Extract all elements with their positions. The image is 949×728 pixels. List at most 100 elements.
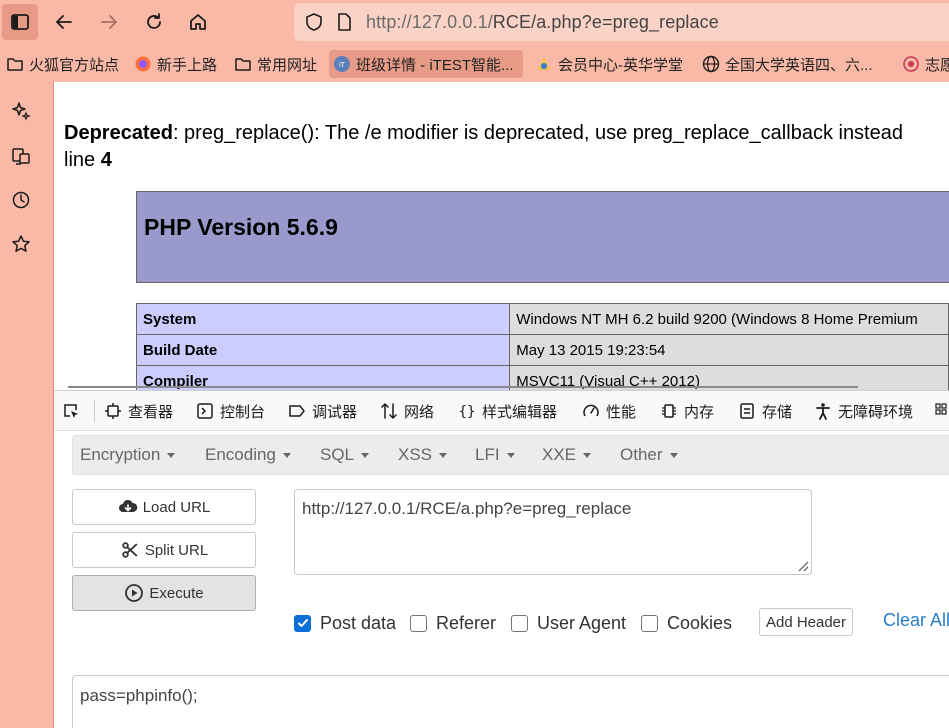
url-text[interactable]: http://127.0.0.1/RCE/a.php?e=preg_replac… [366,12,719,33]
scissors-icon [120,540,140,560]
url-path: RCE/a.php?e=preg_replace [492,11,719,32]
menu-label: Other [620,445,663,464]
tab-accessibility[interactable]: 无障碍环境 [814,391,913,430]
more-tools-button[interactable] [934,391,949,430]
bookmark-item[interactable]: 志愿 [898,50,949,78]
clear-all-link[interactable]: Clear All [883,610,949,631]
menu-xxe[interactable]: XXE [542,436,592,474]
bookmark-item[interactable]: 常用网址 [230,50,321,78]
add-header-button[interactable]: Add Header [759,608,853,636]
bookmark-label: 火狐官方站点 [29,56,120,74]
load-url-button[interactable]: Load URL [72,489,256,525]
firefox-icon [134,55,152,73]
home-icon [190,14,206,30]
menu-label: XSS [398,445,433,464]
referer-checkbox[interactable] [410,614,427,632]
chevron-down-icon [167,452,176,458]
line-number: 4 [100,149,112,171]
forward-button[interactable] [91,4,127,40]
tab-network[interactable]: 网络 [380,391,434,430]
tab-console[interactable]: 控制台 [196,391,266,430]
chevron-down-icon [439,452,448,458]
ai-chatbot-icon[interactable] [9,99,33,123]
url-textarea-value: http://127.0.0.1/RCE/a.php?e=preg_replac… [302,499,632,518]
table-value: Windows NT MH 6.2 build 9200 (Windows 8 … [509,303,949,335]
performance-icon [582,402,600,420]
element-picker-button[interactable] [62,391,86,430]
url-host: http://127.0.0.1/ [366,11,493,32]
menu-label: Encryption [80,445,161,464]
post-data-checkbox[interactable] [294,614,311,632]
post-data-textarea[interactable]: pass=phpinfo(); [72,675,949,728]
execute-button[interactable]: Execute [72,575,256,611]
sidebar-toggle-icon [11,14,29,30]
play-circle-icon [124,583,144,603]
menu-label: SQL [320,445,355,464]
post-data-option[interactable]: Post data [294,611,396,635]
bookmark-item[interactable]: 全国大学英语四、六... [698,50,877,78]
devtools-panel: 查看器 控制台 调试器 网络 {} 样式编辑器 性能 内存 存储 无障碍环境 E… [54,390,949,728]
tab-label: 控制台 [220,403,266,421]
bookmark-label: 班级详情 - iTEST智能... [356,56,514,74]
user-agent-checkbox[interactable] [511,614,528,632]
split-url-label: Split URL [144,541,209,559]
chevron-down-icon [669,452,678,458]
element-picker-icon [62,402,80,420]
menu-xss[interactable]: XSS [398,436,448,474]
cookies-option[interactable]: Cookies [641,611,732,635]
tracking-shield-icon[interactable] [304,12,324,32]
table-key: Build Date [135,334,511,366]
tab-memory[interactable]: 内存 [660,391,714,430]
reload-icon [147,13,161,29]
address-bar[interactable]: http://127.0.0.1/RCE/a.php?e=preg_replac… [294,3,949,41]
reload-button[interactable] [136,4,172,40]
chevron-down-icon [506,452,515,458]
menu-sql[interactable]: SQL [320,436,370,474]
network-icon [380,402,398,420]
grid-icon [934,402,949,420]
table-row: System Windows NT MH 6.2 build 9200 (Win… [135,303,949,335]
forward-arrow-icon [101,15,117,29]
yinghua-icon [535,55,553,73]
menu-other[interactable]: Other [620,436,678,474]
tab-storage[interactable]: 存储 [738,391,792,430]
inspector-icon [104,402,122,420]
bookmark-label: 常用网址 [257,56,318,74]
referer-label: Referer [436,612,497,633]
sidebar-toggle-button[interactable] [2,4,38,40]
deprecated-message: : preg_replace(): The /e modifier is dep… [172,122,903,144]
url-textarea[interactable]: http://127.0.0.1/RCE/a.php?e=preg_replac… [294,489,812,575]
menu-encoding[interactable]: Encoding [205,436,291,474]
tab-style-editor[interactable]: {} 样式编辑器 [458,391,557,430]
menu-encryption[interactable]: Encryption [80,436,176,474]
history-icon[interactable] [9,188,33,212]
line-label: line [64,149,101,171]
user-agent-option[interactable]: User Agent [511,611,626,635]
seal-icon [902,55,920,73]
bookmark-item[interactable]: iT 班级详情 - iTEST智能... [329,50,523,78]
referer-option[interactable]: Referer [410,611,496,635]
bookmark-label: 会员中心-英华学堂 [558,56,683,74]
bookmarks-star-icon[interactable] [9,232,33,256]
bookmark-item[interactable]: 会员中心-英华学堂 [531,50,687,78]
menu-lfi[interactable]: LFI [475,436,515,474]
tab-performance[interactable]: 性能 [582,391,636,430]
home-button[interactable] [180,4,216,40]
tab-debugger[interactable]: 调试器 [288,391,357,430]
bookmark-item[interactable]: 新手上路 [130,50,221,78]
resize-grip-icon[interactable] [795,558,809,572]
cookies-checkbox[interactable] [641,614,658,632]
split-url-button[interactable]: Split URL [72,532,256,568]
bookmark-item[interactable]: 火狐官方站点 [2,50,123,78]
back-button[interactable] [46,4,82,40]
tab-label: 查看器 [128,403,174,421]
folder-icon [234,55,252,73]
post-data-value: pass=phpinfo(); [80,686,198,705]
page-info-icon[interactable] [334,12,354,32]
back-arrow-icon [56,15,72,29]
horizontal-scrollbar[interactable] [68,386,858,388]
bookmarks-toolbar: 火狐官方站点 新手上路 常用网址 iT 班级详情 - iTEST智能... 会员… [0,46,949,82]
synced-tabs-icon[interactable] [9,144,33,168]
tab-inspector[interactable]: 查看器 [104,391,174,430]
menu-label: XXE [542,445,577,464]
